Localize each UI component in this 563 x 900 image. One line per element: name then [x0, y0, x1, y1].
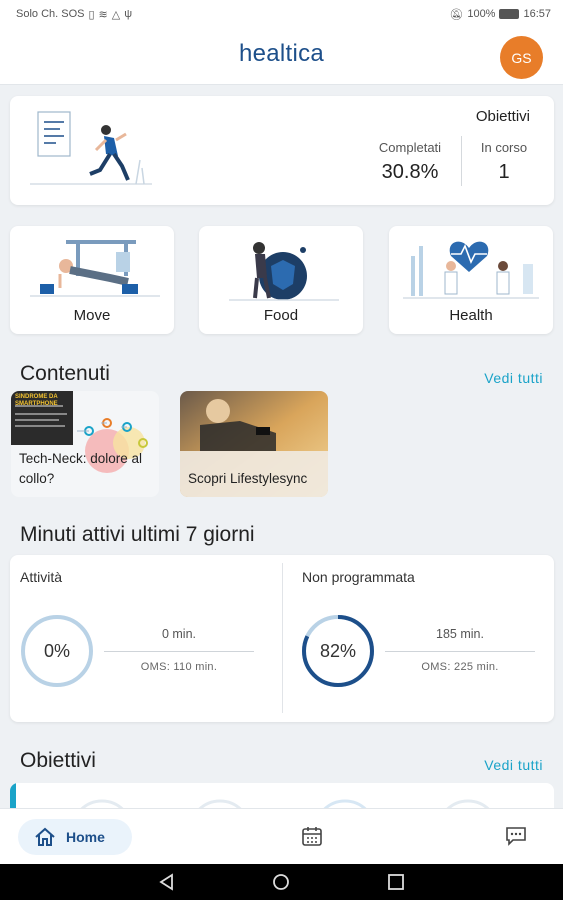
carrier-text: Solo Ch. SOS: [16, 8, 85, 20]
unscheduled-oms: OMS: 225 min.: [421, 661, 499, 673]
move-illustration: [30, 240, 160, 297]
activity-oms: OMS: 110 min.: [140, 661, 218, 673]
activity-separator: [104, 651, 254, 652]
category-food[interactable]: Food: [199, 226, 363, 334]
home-button-icon[interactable]: [272, 873, 290, 891]
back-icon[interactable]: [158, 873, 176, 891]
battery-percent: 100%: [467, 8, 496, 20]
content-card-tech-neck[interactable]: SINDROME DA SMARTPHONE Tech-Neck: dolore…: [11, 391, 159, 497]
sim-icon: ▯: [88, 8, 95, 21]
warning-icon: △: [111, 8, 121, 21]
in-progress-value: 1: [498, 161, 510, 183]
recents-icon[interactable]: [387, 873, 405, 891]
stats-divider: [282, 563, 283, 713]
thumbnail-heading: SINDROME DA SMARTPHONE: [15, 394, 58, 407]
content-card-lifestylesync[interactable]: Scopri Lifestylesync: [180, 391, 328, 497]
goals-title: Obiettivi: [475, 108, 530, 125]
completed-stat: Completati 30.8%: [370, 140, 450, 184]
usb-icon: ψ: [124, 8, 133, 20]
app-logo: healtica: [238, 40, 325, 67]
activity-title: Attività: [20, 569, 63, 585]
app-header: healtica GS: [0, 28, 563, 85]
unscheduled-minutes: 185 min.: [436, 627, 484, 641]
category-label: Health: [449, 307, 493, 324]
activity-minutes: 0 min.: [161, 627, 197, 641]
active-minutes-title: Minuti attivi ultimi 7 giorni: [20, 523, 255, 546]
completed-label: Completati: [378, 140, 442, 155]
user-avatar[interactable]: GS: [500, 36, 543, 79]
contents-title: Contenuti: [20, 362, 110, 385]
bottom-navigation: Home: [0, 808, 563, 864]
clock: 16:57: [523, 8, 551, 20]
content-title: Scopri Lifestylesync: [188, 471, 308, 486]
content-title: Tech-Neck: dolore al collo?: [19, 451, 143, 486]
food-illustration: [229, 242, 339, 301]
category-health[interactable]: Health: [389, 226, 553, 334]
activity-percent: 0%: [43, 640, 70, 661]
system-navigation-bar: [0, 864, 563, 900]
runner-illustration: [30, 111, 152, 185]
goals-summary-card[interactable]: Obiettivi Completati 30.8% In corso 1: [10, 96, 554, 205]
category-move[interactable]: Move: [10, 226, 174, 334]
wifi-icon: ≋: [98, 8, 108, 21]
chat-icon[interactable]: [505, 825, 527, 847]
unscheduled-title: Non programmata: [302, 569, 415, 585]
health-illustration: [403, 241, 539, 299]
category-label: Food: [263, 307, 299, 324]
active-minutes-card: Attività 0% 0 min. OMS: 110 min. Non pro…: [10, 555, 554, 722]
in-progress-stat: In corso 1: [472, 140, 536, 184]
category-label: Move: [73, 307, 111, 324]
objectives-see-all-link[interactable]: Vedi tutti: [484, 757, 543, 773]
nav-home-label: Home: [66, 829, 105, 845]
contents-see-all-link[interactable]: Vedi tutti: [484, 370, 543, 386]
goals-divider: [461, 136, 462, 186]
nav-home-tab[interactable]: Home: [18, 819, 132, 855]
battery-icon: [499, 9, 520, 19]
objectives-title: Obiettivi: [20, 749, 96, 772]
completed-value: 30.8%: [381, 161, 439, 183]
home-icon: [35, 827, 55, 846]
status-bar: Solo Ch. SOS ▯ ≋ △ ψ 🔕︎ 100% 16:57: [0, 0, 563, 28]
unscheduled-percent: 82%: [319, 640, 357, 661]
calendar-icon[interactable]: [301, 825, 323, 847]
mute-icon: 🔕︎: [449, 8, 464, 21]
unscheduled-separator: [385, 651, 535, 652]
in-progress-label: In corso: [480, 140, 528, 155]
